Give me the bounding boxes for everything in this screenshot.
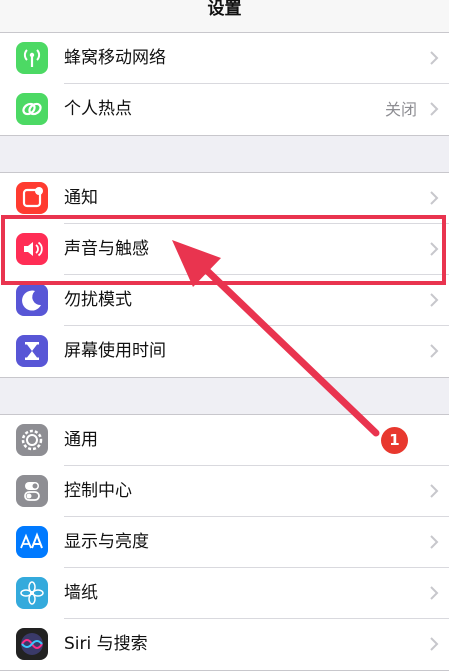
settings-row-label: 个人热点 (64, 99, 132, 119)
navigation-bar: 设置 (0, 0, 449, 33)
settings-row-label: 墙纸 (64, 583, 98, 603)
settings-row-label: 通用 (64, 430, 98, 450)
hourglass-icon (16, 335, 48, 367)
settings-row-label: 屏幕使用时间 (64, 341, 166, 361)
toggle-icon (16, 475, 48, 507)
settings-row-label: Siri 与搜索 (64, 634, 148, 654)
cellular-antenna-icon (16, 42, 48, 74)
notifications-icon (16, 182, 48, 214)
settings-row-cellular[interactable]: 蜂窝移动网络 (0, 33, 449, 84)
settings-group-general: 通用 控制中心 显示与亮度 墙纸 Siri 与搜索 (0, 414, 449, 671)
chevron-right-icon (430, 51, 439, 65)
settings-row-control-center[interactable]: 控制中心 (0, 466, 449, 517)
moon-icon (16, 284, 48, 316)
chevron-right-icon (430, 586, 439, 600)
settings-row-display-brightness[interactable]: 显示与亮度 (0, 517, 449, 568)
settings-row-screen-time[interactable]: 屏幕使用时间 (0, 326, 449, 377)
gear-icon (16, 424, 48, 456)
settings-row-label: 显示与亮度 (64, 532, 149, 552)
flower-icon (16, 577, 48, 609)
settings-row-label: 控制中心 (64, 481, 132, 501)
hotspot-link-icon (16, 93, 48, 125)
settings-row-wallpaper[interactable]: 墙纸 (0, 568, 449, 619)
siri-icon (16, 628, 48, 660)
chevron-right-icon (430, 191, 439, 205)
settings-row-siri-search[interactable]: Siri 与搜索 (0, 619, 449, 670)
chevron-right-icon (430, 535, 439, 549)
chevron-right-icon (430, 102, 439, 116)
text-size-icon (16, 526, 48, 558)
page-title: 设置 (207, 0, 242, 19)
chevron-right-icon (430, 484, 439, 498)
chevron-right-icon (430, 344, 439, 358)
settings-group-network: 蜂窝移动网络 个人热点 关闭 (0, 32, 449, 136)
settings-row-label: 蜂窝移动网络 (64, 48, 166, 68)
step-number-badge: 1 (381, 427, 408, 454)
hotspot-status-value: 关闭 (384, 100, 417, 119)
settings-row-hotspot[interactable]: 个人热点 关闭 (0, 84, 449, 135)
highlight-box (1, 215, 446, 285)
chevron-right-icon (430, 293, 439, 307)
chevron-right-icon (430, 637, 439, 651)
